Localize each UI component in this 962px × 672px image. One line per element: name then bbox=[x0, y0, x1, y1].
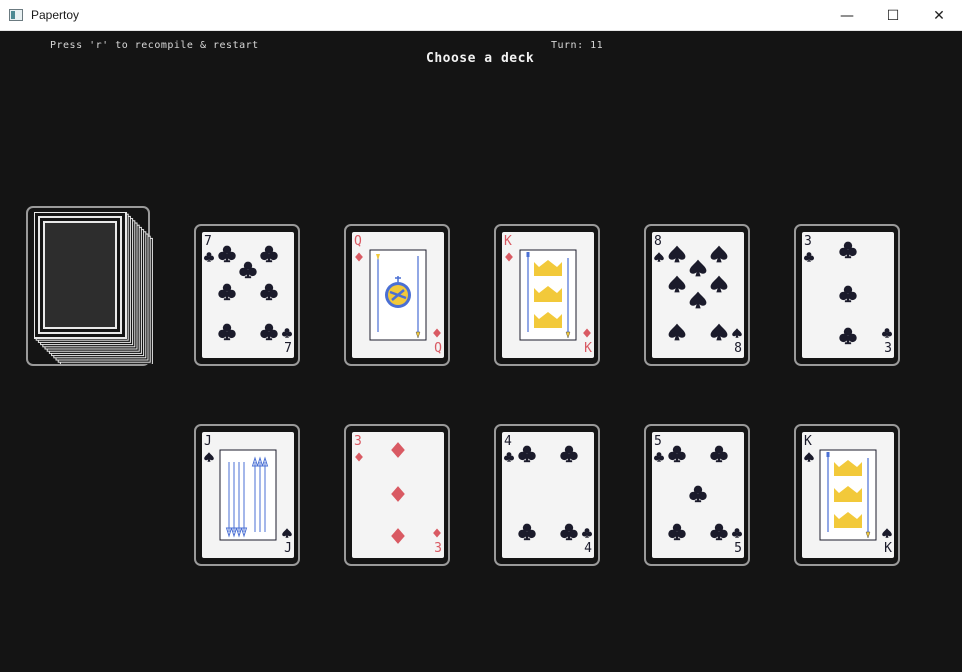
card-rank-top: J bbox=[204, 434, 212, 449]
card-rank-bottom: K bbox=[884, 541, 892, 556]
restart-hint: Press 'r' to recompile & restart bbox=[50, 40, 259, 51]
playing-card[interactable]: 44 bbox=[502, 432, 594, 558]
card-face-art bbox=[654, 445, 742, 541]
playing-card[interactable]: 55 bbox=[652, 432, 744, 558]
card-face-art bbox=[355, 442, 441, 544]
card-rank-bottom: J bbox=[284, 541, 292, 556]
card-rank-top: Q bbox=[354, 234, 362, 249]
playing-card[interactable]: KK bbox=[502, 232, 594, 358]
draw-deck[interactable] bbox=[26, 206, 153, 366]
card-slot[interactable]: JJ bbox=[194, 424, 300, 566]
card-rank-bottom: 8 bbox=[734, 341, 742, 356]
card-face-art bbox=[804, 241, 892, 345]
card-slot[interactable]: 33 bbox=[794, 224, 900, 366]
card-slot[interactable]: 44 bbox=[494, 424, 600, 566]
card-slot[interactable]: KK bbox=[794, 424, 900, 566]
card-rank-bottom: 3 bbox=[884, 341, 892, 356]
card-face-art bbox=[504, 445, 592, 541]
card-rank-top: 3 bbox=[354, 434, 362, 449]
card-rank-bottom: 7 bbox=[284, 341, 292, 356]
deck-card-back-stack bbox=[34, 212, 153, 364]
app-icon bbox=[9, 9, 23, 21]
card-rank-top: 4 bbox=[504, 434, 512, 449]
card-rank-top: K bbox=[504, 234, 512, 249]
card-slot[interactable]: 77 bbox=[194, 224, 300, 366]
title-bar: Papertoy — ☐ ✕ bbox=[0, 0, 962, 31]
card-slot[interactable]: 55 bbox=[644, 424, 750, 566]
card-rank-top: 8 bbox=[654, 234, 662, 249]
card-rank-bottom: 5 bbox=[734, 541, 742, 556]
playing-card[interactable]: 77 bbox=[202, 232, 294, 358]
minimize-button[interactable]: — bbox=[824, 0, 870, 31]
card-rank-bottom: 4 bbox=[584, 541, 592, 556]
close-button[interactable]: ✕ bbox=[916, 0, 962, 31]
card-face-art bbox=[804, 449, 892, 541]
card-face-art bbox=[204, 245, 292, 341]
choose-deck-prompt: Choose a deck bbox=[426, 51, 535, 66]
card-rank-bottom: 3 bbox=[434, 541, 442, 556]
playing-card[interactable]: JJ bbox=[202, 432, 294, 558]
card-slot[interactable]: KK bbox=[494, 224, 600, 366]
playing-card[interactable]: KK bbox=[802, 432, 894, 558]
card-face-art bbox=[654, 245, 742, 341]
card-rank-bottom: K bbox=[584, 341, 592, 356]
close-icon: ✕ bbox=[933, 7, 945, 24]
game-canvas: Press 'r' to recompile & restart Turn: 1… bbox=[0, 31, 962, 672]
card-face-art bbox=[355, 249, 441, 341]
playing-card[interactable]: 88 bbox=[652, 232, 744, 358]
card-rank-top: K bbox=[804, 434, 812, 449]
card-face-art bbox=[505, 249, 591, 341]
window-controls: — ☐ ✕ bbox=[824, 0, 962, 31]
turn-counter: Turn: 11 bbox=[551, 40, 604, 51]
playing-card[interactable]: QQ bbox=[352, 232, 444, 358]
playing-card[interactable]: 33 bbox=[352, 432, 444, 558]
card-slot[interactable]: 33 bbox=[344, 424, 450, 566]
maximize-icon: ☐ bbox=[886, 7, 900, 24]
window-title: Papertoy bbox=[31, 8, 80, 22]
card-rank-top: 5 bbox=[654, 434, 662, 449]
card-rank-bottom: Q bbox=[434, 341, 442, 356]
card-rank-top: 7 bbox=[204, 234, 212, 249]
minimize-icon: — bbox=[840, 7, 854, 24]
card-slot[interactable]: 88 bbox=[644, 224, 750, 366]
maximize-button[interactable]: ☐ bbox=[870, 0, 916, 31]
card-rank-top: 3 bbox=[804, 234, 812, 249]
card-slot[interactable]: QQ bbox=[344, 224, 450, 366]
playing-card[interactable]: 33 bbox=[802, 232, 894, 358]
card-face-art bbox=[204, 449, 292, 541]
